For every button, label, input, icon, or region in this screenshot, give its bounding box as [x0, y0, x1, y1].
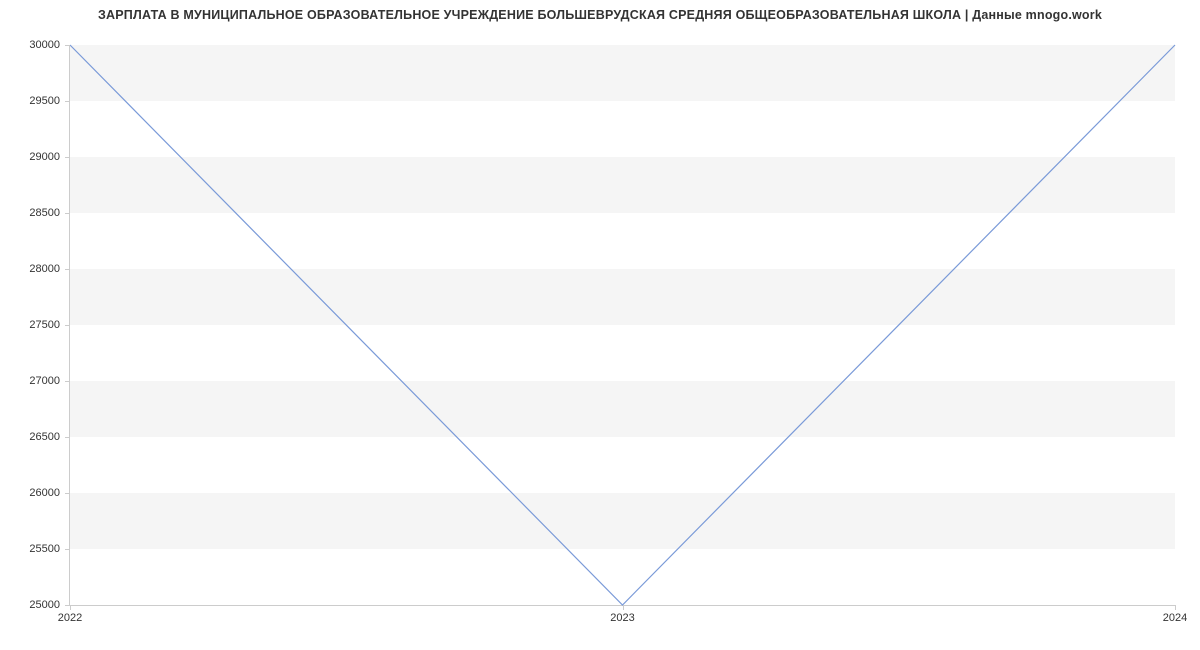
y-tick: [65, 157, 70, 158]
x-tick-label: 2022: [58, 612, 82, 624]
x-tick: [1175, 605, 1176, 610]
y-tick: [65, 381, 70, 382]
y-tick-label: 26000: [10, 487, 60, 499]
y-tick-label: 28000: [10, 263, 60, 275]
y-tick: [65, 437, 70, 438]
series-line: [70, 45, 1175, 605]
x-tick: [70, 605, 71, 610]
y-tick-label: 30000: [10, 39, 60, 51]
y-tick-label: 27000: [10, 375, 60, 387]
y-tick-label: 29000: [10, 151, 60, 163]
y-tick: [65, 45, 70, 46]
y-tick: [65, 325, 70, 326]
y-tick-label: 25000: [10, 599, 60, 611]
y-tick-label: 25500: [10, 543, 60, 555]
y-tick: [65, 493, 70, 494]
x-tick-label: 2023: [610, 612, 634, 624]
plot-area: [70, 45, 1175, 605]
x-tick: [623, 605, 624, 610]
y-tick: [65, 101, 70, 102]
y-tick-label: 29500: [10, 95, 60, 107]
y-tick: [65, 269, 70, 270]
chart-svg: [70, 45, 1175, 605]
y-tick-label: 28500: [10, 207, 60, 219]
y-tick: [65, 213, 70, 214]
y-tick-label: 26500: [10, 431, 60, 443]
x-tick-label: 2024: [1163, 612, 1187, 624]
y-tick: [65, 549, 70, 550]
y-tick-label: 27500: [10, 319, 60, 331]
chart-title: ЗАРПЛАТА В МУНИЦИПАЛЬНОЕ ОБРАЗОВАТЕЛЬНОЕ…: [0, 0, 1200, 22]
